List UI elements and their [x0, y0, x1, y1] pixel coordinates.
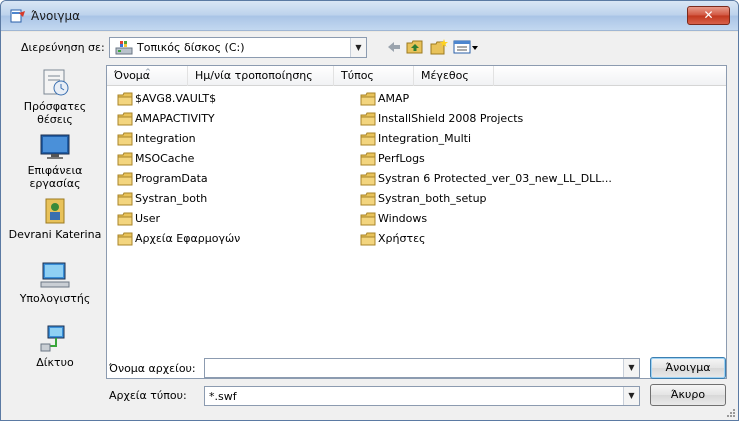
- folder-icon: [360, 172, 376, 186]
- views-menu-icon[interactable]: [453, 38, 479, 56]
- place-user[interactable]: Devrani Katerina: [7, 196, 103, 241]
- cancel-button[interactable]: Άκυρο: [650, 384, 726, 406]
- file-list[interactable]: ^ Όνομα Ημ/νία τροποποίησης Τύπος Μέγεθο…: [106, 65, 727, 379]
- folder-name: $AVG8.VAULT$: [135, 92, 217, 105]
- local-disk-icon: [115, 41, 133, 55]
- place-label: Υπολογιστής: [19, 292, 91, 305]
- folder-icon: [360, 152, 376, 166]
- folder-icon: [117, 152, 133, 166]
- column-type[interactable]: Τύπος: [334, 66, 414, 86]
- lookin-label: Διερεύνηση σε:: [21, 41, 105, 54]
- chevron-down-icon[interactable]: ▼: [623, 387, 639, 405]
- folder-icon: [117, 92, 133, 106]
- folder-icon: [117, 172, 133, 186]
- recent-places-icon: [43, 69, 69, 96]
- lookin-combo[interactable]: Τοπικός δίσκος (C:) ▼: [109, 37, 367, 58]
- folder-name: PerfLogs: [378, 152, 425, 165]
- folder-icon: [360, 112, 376, 126]
- user-folder-icon: [45, 198, 65, 224]
- new-folder-icon[interactable]: [429, 38, 449, 56]
- filename-input[interactable]: ▼: [204, 358, 640, 378]
- network-icon: [40, 325, 65, 352]
- column-header: ^ Όνομα Ημ/νία τροποποίησης Τύπος Μέγεθο…: [107, 66, 726, 86]
- sort-ascending-icon: ^: [145, 68, 151, 76]
- chevron-down-icon[interactable]: ▼: [350, 38, 366, 57]
- column-size[interactable]: Μέγεθος: [414, 66, 494, 86]
- open-dialog: Άνοιγμα ✕ Διερεύνηση σε: Τοπικός δίσκος …: [0, 0, 739, 421]
- folder-name: Αρχεία Εφαρμογών: [135, 232, 241, 245]
- place-label: Επιφάνεια εργασίας: [27, 164, 83, 190]
- computer-icon: [40, 262, 70, 288]
- folder-name: ProgramData: [135, 172, 208, 185]
- folder-icon: [360, 232, 376, 246]
- folder-name: Integration: [135, 132, 196, 145]
- resize-grip-icon[interactable]: [726, 408, 736, 418]
- folder-icon: [117, 232, 133, 246]
- folder-name: AMAP: [378, 92, 410, 105]
- folder-name: Windows: [378, 212, 428, 225]
- folder-icon: [117, 132, 133, 146]
- title-bar: Άνοιγμα ✕: [1, 1, 738, 31]
- folder-name: Systran 6 Protected_ver_03_new_LL_DLL...: [378, 172, 612, 185]
- column-name[interactable]: ^ Όνομα: [107, 66, 188, 86]
- filename-label: Όνομα αρχείου:: [109, 362, 196, 375]
- folder-name: InstallShield 2008 Projects: [378, 112, 524, 125]
- place-label: Devrani Katerina: [8, 228, 102, 241]
- folder-name: Integration_Multi: [378, 132, 472, 145]
- folder-icon: [360, 212, 376, 226]
- place-computer[interactable]: Υπολογιστής: [7, 260, 103, 305]
- desktop-icon: [40, 134, 70, 159]
- dialog-body: Διερεύνηση σε: Τοπικός δίσκος (C:) ▼ Πρό…: [1, 32, 738, 420]
- filetype-label: Αρχεία τύπου:: [109, 389, 187, 402]
- places-bar: Πρόσφατες θέσεις Επιφάνεια εργασίας Devr…: [7, 68, 103, 382]
- open-file-icon: [10, 9, 25, 23]
- folder-icon: [117, 212, 133, 226]
- place-network[interactable]: Δίκτυο: [7, 324, 103, 369]
- chevron-down-icon[interactable]: ▼: [623, 359, 639, 377]
- place-label: Πρόσφατες θέσεις: [23, 100, 87, 126]
- folder-name: Χρήστες: [378, 232, 426, 245]
- column-date[interactable]: Ημ/νία τροποποίησης: [188, 66, 334, 86]
- filetype-value: *.swf: [209, 390, 237, 403]
- place-desktop[interactable]: Επιφάνεια εργασίας: [7, 132, 103, 190]
- place-recent[interactable]: Πρόσφατες θέσεις: [7, 68, 103, 126]
- folder-name: AMAPACTIVITY: [135, 112, 215, 125]
- back-arrow-icon[interactable]: [384, 38, 404, 56]
- folder-name: MSOCache: [135, 152, 195, 165]
- window-title: Άνοιγμα: [31, 9, 81, 23]
- lookin-value: Τοπικός δίσκος (C:): [137, 41, 245, 54]
- folder-icon: [117, 192, 133, 206]
- filetype-combo[interactable]: *.swf ▼: [204, 386, 640, 406]
- open-button[interactable]: Άνοιγμα: [650, 357, 726, 379]
- folder-icon: [360, 132, 376, 146]
- folder-icon: [360, 192, 376, 206]
- close-button[interactable]: ✕: [687, 6, 730, 25]
- up-folder-icon[interactable]: [405, 38, 425, 56]
- folder-name: Systran_both_setup: [378, 192, 487, 205]
- folder-name: Systran_both: [135, 192, 208, 205]
- place-label: Δίκτυο: [36, 356, 74, 369]
- folder-icon: [117, 112, 133, 126]
- folder-icon: [360, 92, 376, 106]
- folder-name: User: [135, 212, 161, 225]
